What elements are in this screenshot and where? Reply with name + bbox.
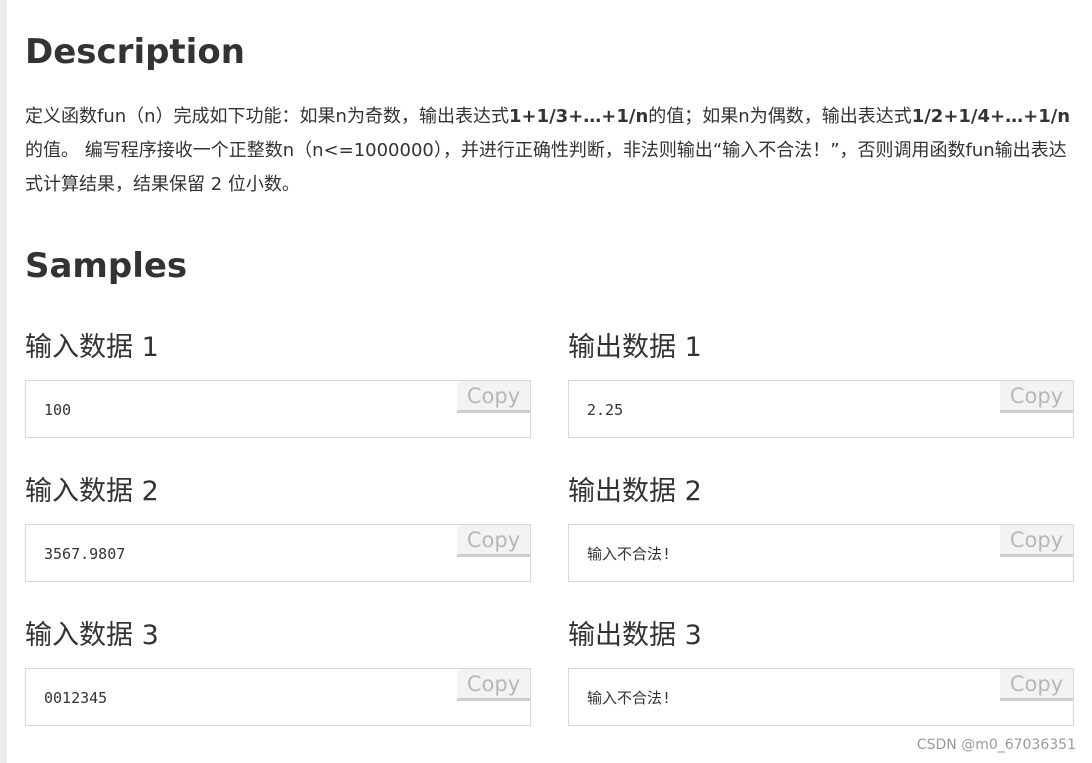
watermark-text: CSDN @m0_67036351 (916, 737, 1076, 753)
description-text: 定义函数fun（n）完成如下功能：如果n为奇数，输出表达式1+1/3+…+1/n… (25, 100, 1075, 202)
copy-button[interactable]: Copy (1000, 669, 1073, 701)
copy-button[interactable]: Copy (457, 381, 530, 413)
description-part-1: 定义函数fun（n）完成如下功能：如果n为奇数，输出表达式 (25, 106, 509, 127)
sample-input-label: 输入数据 2 (25, 476, 159, 507)
samples-title: Samples (25, 246, 188, 286)
sample-input-box: 3567.9807 Copy (25, 524, 531, 582)
sample-input-value: 3567.9807 (44, 545, 126, 563)
sample-input-box: 100 Copy (25, 380, 531, 438)
copy-button[interactable]: Copy (457, 525, 530, 557)
description-part-3: 的值。 编写程序接收一个正整数n（n<=1000000），并进行正确性判断，非法… (25, 140, 1067, 195)
sample-input-label: 输入数据 1 (25, 332, 159, 363)
sample-output-value: 2.25 (587, 401, 624, 419)
sample-output-label: 输出数据 1 (568, 332, 702, 363)
problem-page: Description 定义函数fun（n）完成如下功能：如果n为奇数，输出表达… (0, 0, 1092, 763)
sample-input-value: 0012345 (44, 689, 108, 707)
description-odd-expression: 1+1/3+…+1/n (508, 106, 649, 127)
sample-output-label: 输出数据 2 (568, 476, 702, 507)
left-border-bar (0, 0, 7, 763)
sample-input-value: 100 (44, 401, 72, 419)
copy-button[interactable]: Copy (1000, 525, 1073, 557)
sample-output-box: 输入不合法! Copy (568, 668, 1074, 726)
sample-output-box: 2.25 Copy (568, 380, 1074, 438)
sample-input-box: 0012345 Copy (25, 668, 531, 726)
sample-output-label: 输出数据 3 (568, 620, 702, 651)
sample-output-value: 输入不合法! (587, 689, 672, 707)
description-part-2: 的值；如果n为偶数，输出表达式 (648, 106, 912, 127)
copy-button[interactable]: Copy (1000, 381, 1073, 413)
description-title: Description (25, 32, 245, 72)
description-even-expression: 1/2+1/4+…+1/n (911, 106, 1071, 127)
sample-output-value: 输入不合法! (587, 545, 672, 563)
sample-output-box: 输入不合法! Copy (568, 524, 1074, 582)
copy-button[interactable]: Copy (457, 669, 530, 701)
sample-input-label: 输入数据 3 (25, 620, 159, 651)
